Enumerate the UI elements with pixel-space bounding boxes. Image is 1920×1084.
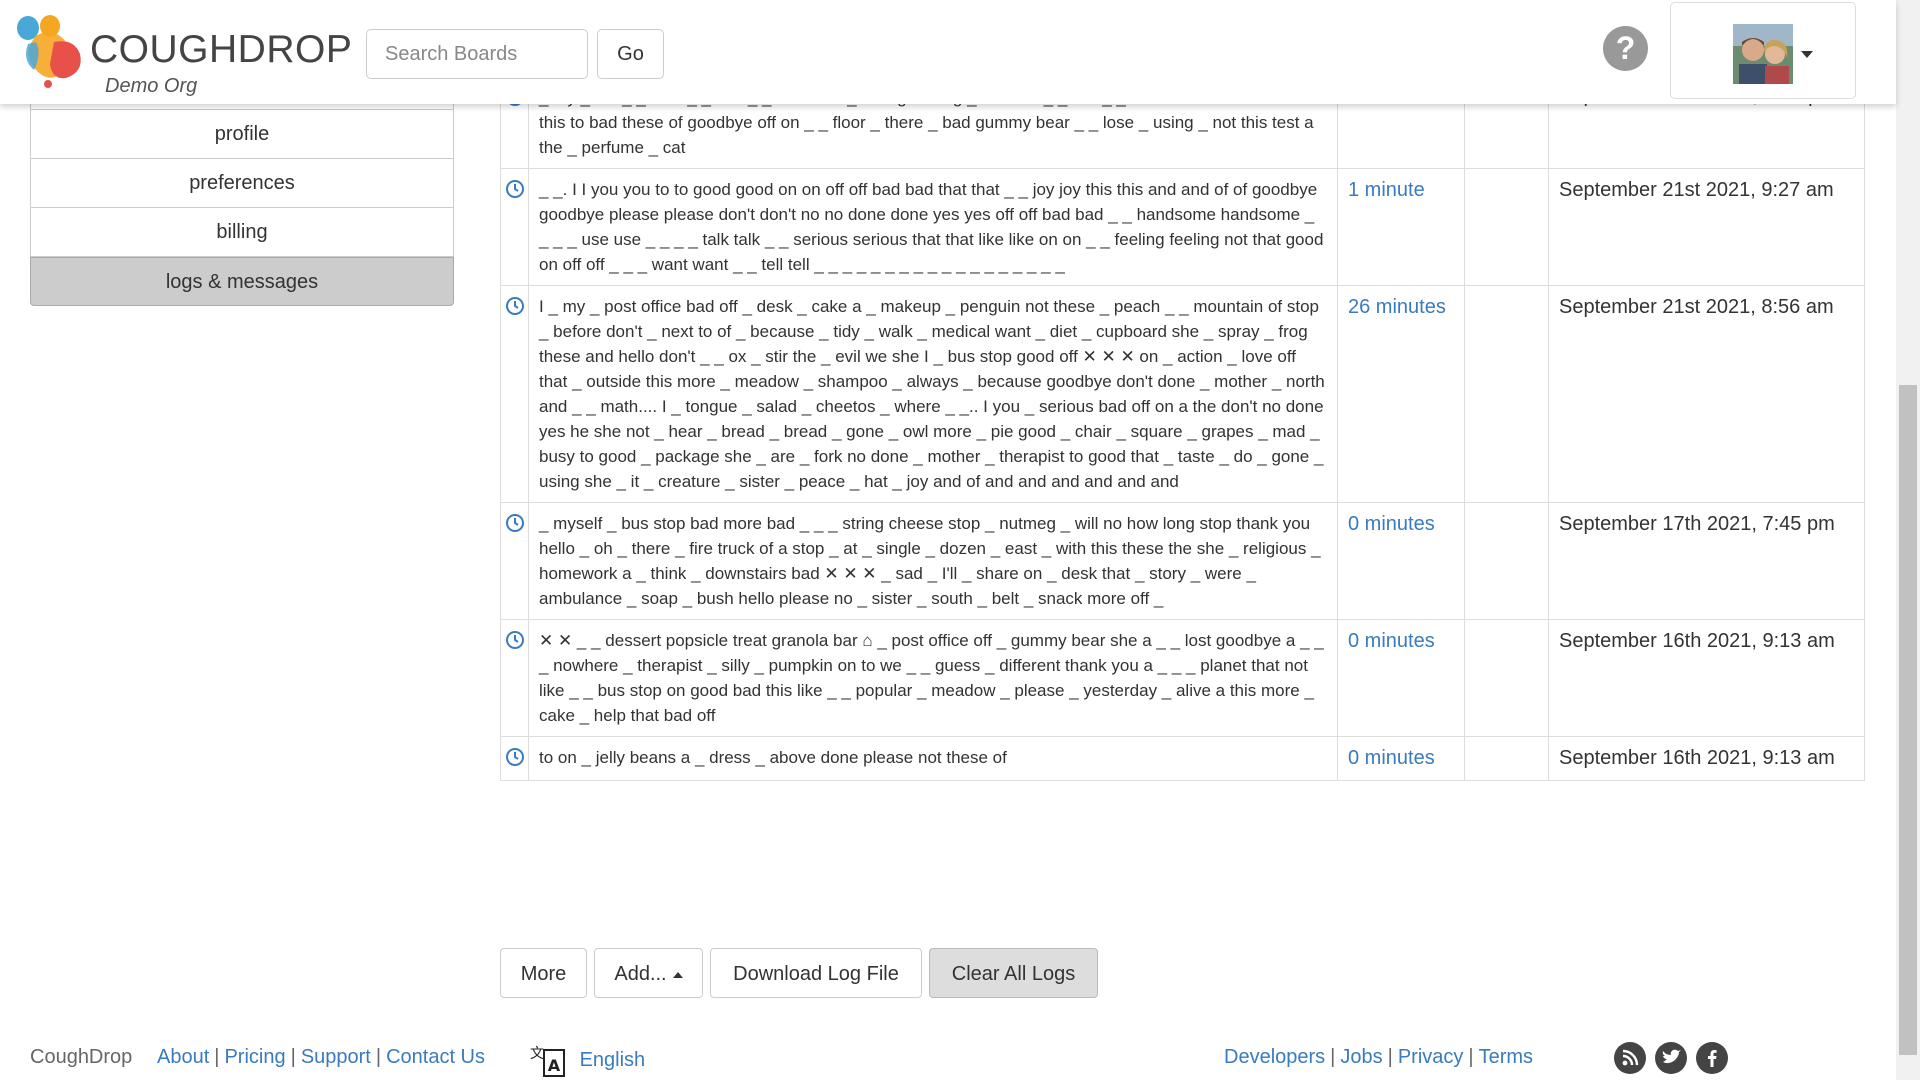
add-button[interactable]: Add... — [594, 948, 703, 998]
log-date: September 16th 2021, 9:13 am — [1548, 736, 1865, 781]
footer-separator: | — [290, 1046, 296, 1068]
log-duration-link[interactable]: 1 minute — [1348, 179, 1425, 201]
chevron-down-icon — [1801, 51, 1813, 58]
user-menu-button[interactable] — [1670, 2, 1856, 99]
log-empty-cell — [1464, 619, 1549, 737]
log-date: September 17th 2021, 7:45 pm — [1548, 502, 1865, 620]
add-button-label: Add... — [614, 963, 667, 985]
log-duration-cell: 1 minute — [1337, 168, 1465, 286]
page-scrollbar[interactable] — [1896, 0, 1920, 1080]
log-duration-link[interactable]: 0 minutes — [1348, 513, 1435, 535]
language-selector[interactable]: A 文 English — [528, 1040, 645, 1080]
clear-button-label: Clear All Logs — [951, 963, 1076, 985]
log-row: I _ my _ post office bad off _ desk _ ca… — [500, 285, 1865, 503]
clock-icon[interactable] — [505, 748, 525, 771]
avatar — [1733, 24, 1793, 84]
sidebar-item-billing[interactable]: billing — [30, 208, 454, 257]
footer: CoughDrop About | Pricing | Support | Contact … — [0, 1040, 1896, 1080]
log-duration-link[interactable]: 0 minutes — [1348, 630, 1435, 652]
go-button[interactable]: Go — [597, 29, 664, 79]
clock-icon[interactable] — [505, 180, 525, 203]
facebook-icon[interactable] — [1696, 1042, 1728, 1074]
footer-separator: | — [375, 1046, 382, 1068]
log-entry-cell — [500, 502, 529, 620]
twitter-icon[interactable] — [1655, 1042, 1687, 1074]
log-duration-cell: 0 minutes — [1337, 502, 1465, 620]
footer-contact-link[interactable]: Contact Us — [386, 1046, 485, 1068]
log-message: ✕ ✕ _ _ dessert popsicle treat granola b… — [528, 619, 1338, 737]
log-date: September 21st 2021, 8:56 am — [1548, 285, 1865, 503]
help-icon[interactable]: ? — [1603, 26, 1648, 71]
language-link[interactable]: English — [580, 1049, 646, 1071]
log-empty-cell — [1464, 285, 1549, 503]
clock-icon[interactable] — [505, 514, 525, 537]
download-log-file-button[interactable]: Download Log File — [710, 948, 922, 998]
log-empty-cell — [1464, 502, 1549, 620]
scrollbar-thumb[interactable] — [1899, 385, 1917, 1055]
brand-name[interactable]: COUGHDROP — [90, 28, 352, 72]
log-entry-cell — [500, 285, 529, 503]
svg-text:文: 文 — [530, 1046, 544, 1062]
log-date: September 21st 2021, 9:27 am — [1548, 168, 1865, 286]
rss-icon[interactable] — [1614, 1042, 1646, 1074]
footer-separator: | — [1330, 1046, 1336, 1068]
more-button[interactable]: More — [500, 948, 587, 998]
clock-icon[interactable] — [505, 297, 525, 320]
svg-text:A: A — [548, 1056, 561, 1075]
sidebar-item-profile[interactable]: profile — [30, 110, 454, 159]
log-message: _ myself _ bus stop bad more bad _ _ _ s… — [528, 502, 1338, 620]
coughdrop-logo-icon[interactable] — [14, 14, 84, 90]
log-empty-cell — [1464, 168, 1549, 286]
sidebar-item-logs-messages[interactable]: logs & messages — [30, 257, 454, 306]
download-button-label: Download Log File — [733, 963, 899, 985]
clock-icon[interactable] — [505, 631, 525, 654]
footer-separator: | — [214, 1046, 220, 1068]
log-row: _ _. I I you you to to good good on on o… — [500, 168, 1865, 286]
log-row: ✕ ✕ _ _ dessert popsicle treat granola b… — [500, 619, 1865, 737]
log-message: _ _. I I you you to to good good on on o… — [528, 168, 1338, 286]
search-boards-input[interactable] — [366, 29, 588, 79]
translate-icon: A 文 — [530, 1046, 565, 1077]
top-header: COUGHDROP Demo Org Go ? — [0, 0, 1896, 104]
logs-table: _ my _ did _ _ God _ _ she _ _ done will… — [500, 84, 1865, 781]
footer-brand: CoughDrop — [30, 1046, 133, 1068]
log-duration-cell: 0 minutes — [1337, 736, 1465, 781]
footer-separator: | — [1387, 1046, 1393, 1068]
log-message: I _ my _ post office bad off _ desk _ ca… — [528, 285, 1338, 503]
log-entry-cell — [500, 736, 529, 781]
footer-about-link[interactable]: About — [157, 1046, 209, 1068]
log-row: to on _ jelly beans a _ dress _ above do… — [500, 736, 1865, 781]
caret-up-icon — [672, 971, 683, 978]
log-entry-cell — [500, 619, 529, 737]
sidebar-item-preferences[interactable]: preferences — [30, 159, 454, 208]
log-row: _ myself _ bus stop bad more bad _ _ _ s… — [500, 502, 1865, 620]
log-empty-cell — [1464, 736, 1549, 781]
footer-links-left: About | Pricing | Support | Contact Us — [157, 1046, 485, 1069]
log-duration-link[interactable]: 0 minutes — [1348, 747, 1435, 769]
footer-separator: | — [1468, 1046, 1474, 1068]
log-date: September 16th 2021, 9:13 am — [1548, 619, 1865, 737]
footer-pricing-link[interactable]: Pricing — [224, 1046, 285, 1068]
clear-all-logs-button[interactable]: Clear All Logs — [929, 948, 1098, 998]
log-duration-link[interactable]: 26 minutes — [1348, 296, 1446, 318]
footer-support-link[interactable]: Support — [301, 1046, 371, 1068]
footer-links-right: Developers | Jobs | Privacy | Terms — [1224, 1046, 1533, 1069]
footer-terms-link[interactable]: Terms — [1479, 1046, 1533, 1068]
more-button-label: More — [520, 963, 567, 985]
settings-sidebar: profile preferences billing logs & messa… — [30, 92, 454, 306]
log-entry-cell — [500, 168, 529, 286]
log-message: to on _ jelly beans a _ dress _ above do… — [528, 736, 1338, 781]
org-name: Demo Org — [105, 75, 198, 97]
footer-jobs-link[interactable]: Jobs — [1340, 1046, 1382, 1068]
footer-privacy-link[interactable]: Privacy — [1398, 1046, 1464, 1068]
footer-developers-link[interactable]: Developers — [1224, 1046, 1325, 1068]
log-duration-cell: 26 minutes — [1337, 285, 1465, 503]
log-duration-cell: 0 minutes — [1337, 619, 1465, 737]
